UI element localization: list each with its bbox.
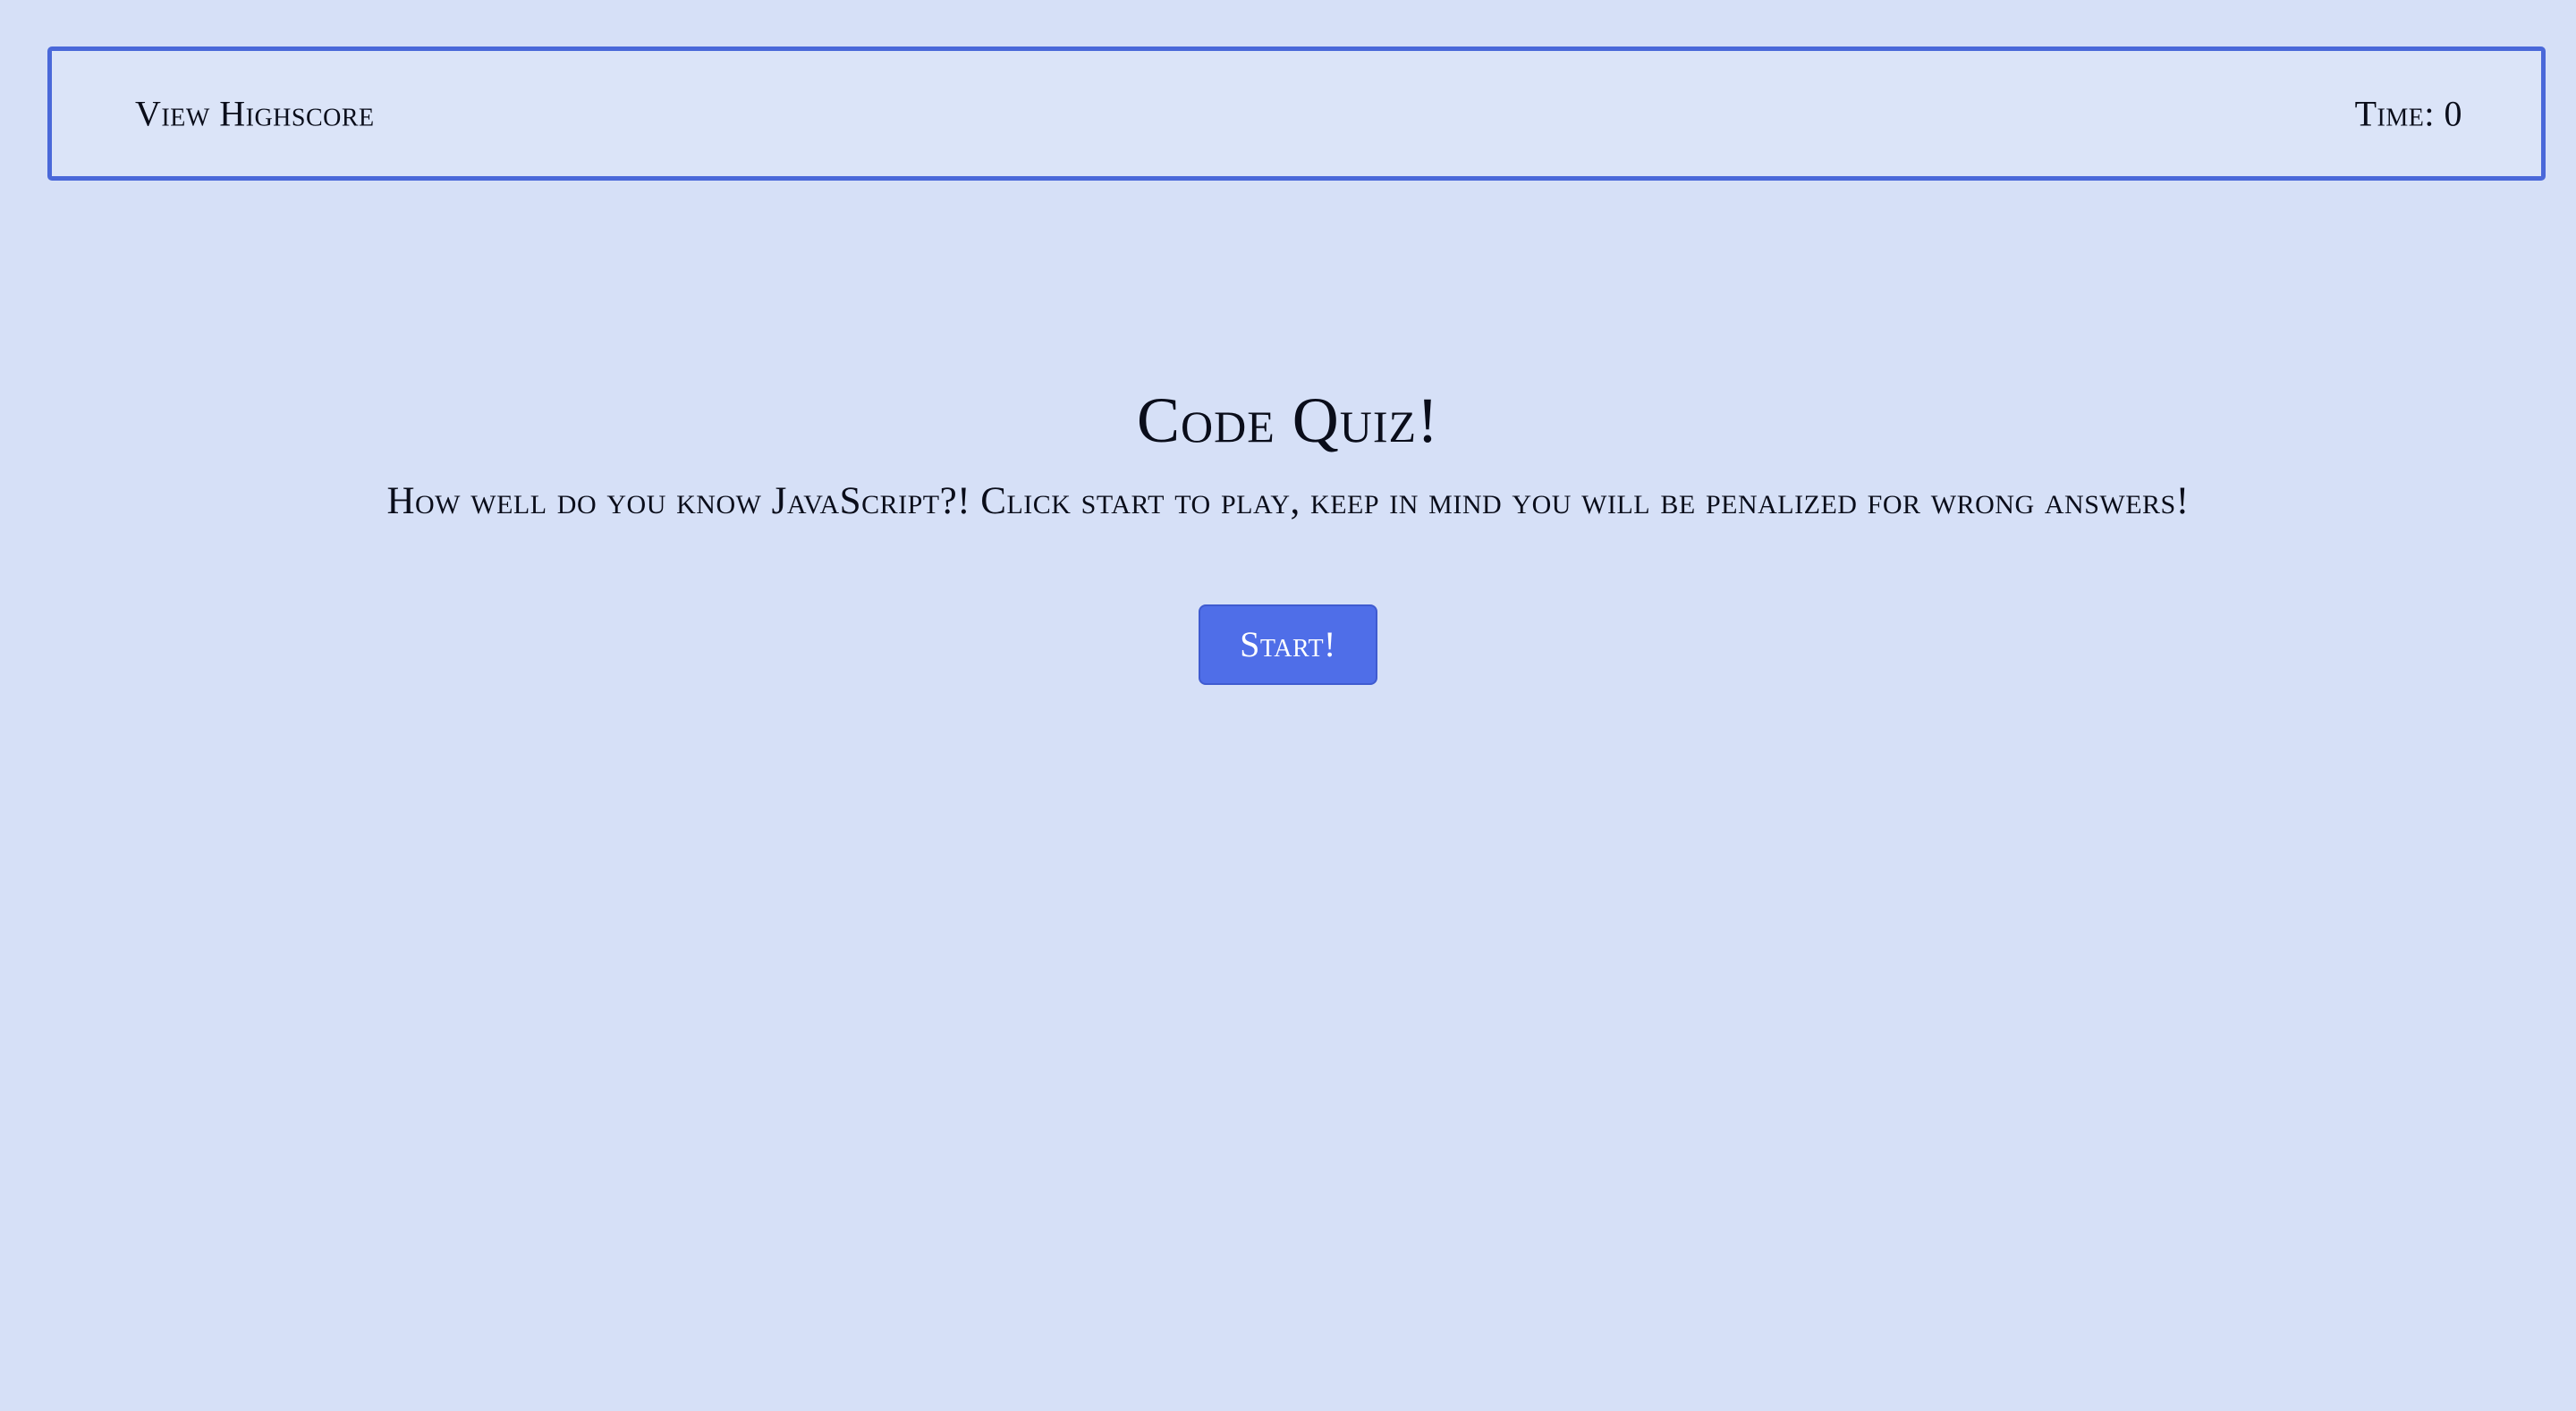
start-button[interactable]: Start!	[1199, 604, 1377, 685]
header-bar: View Highscore Time: 0	[47, 46, 2546, 181]
view-highscore-link[interactable]: View Highscore	[135, 93, 375, 135]
quiz-page: View Highscore Time: 0 Code Quiz! How we…	[0, 0, 2576, 1411]
intro-text: How well do you know JavaScript?! Click …	[386, 480, 2190, 522]
intro-section: Code Quiz! How well do you know JavaScri…	[0, 376, 2576, 685]
timer-label: Time: 0	[2354, 93, 2462, 134]
page-title: Code Quiz!	[1136, 384, 1440, 456]
